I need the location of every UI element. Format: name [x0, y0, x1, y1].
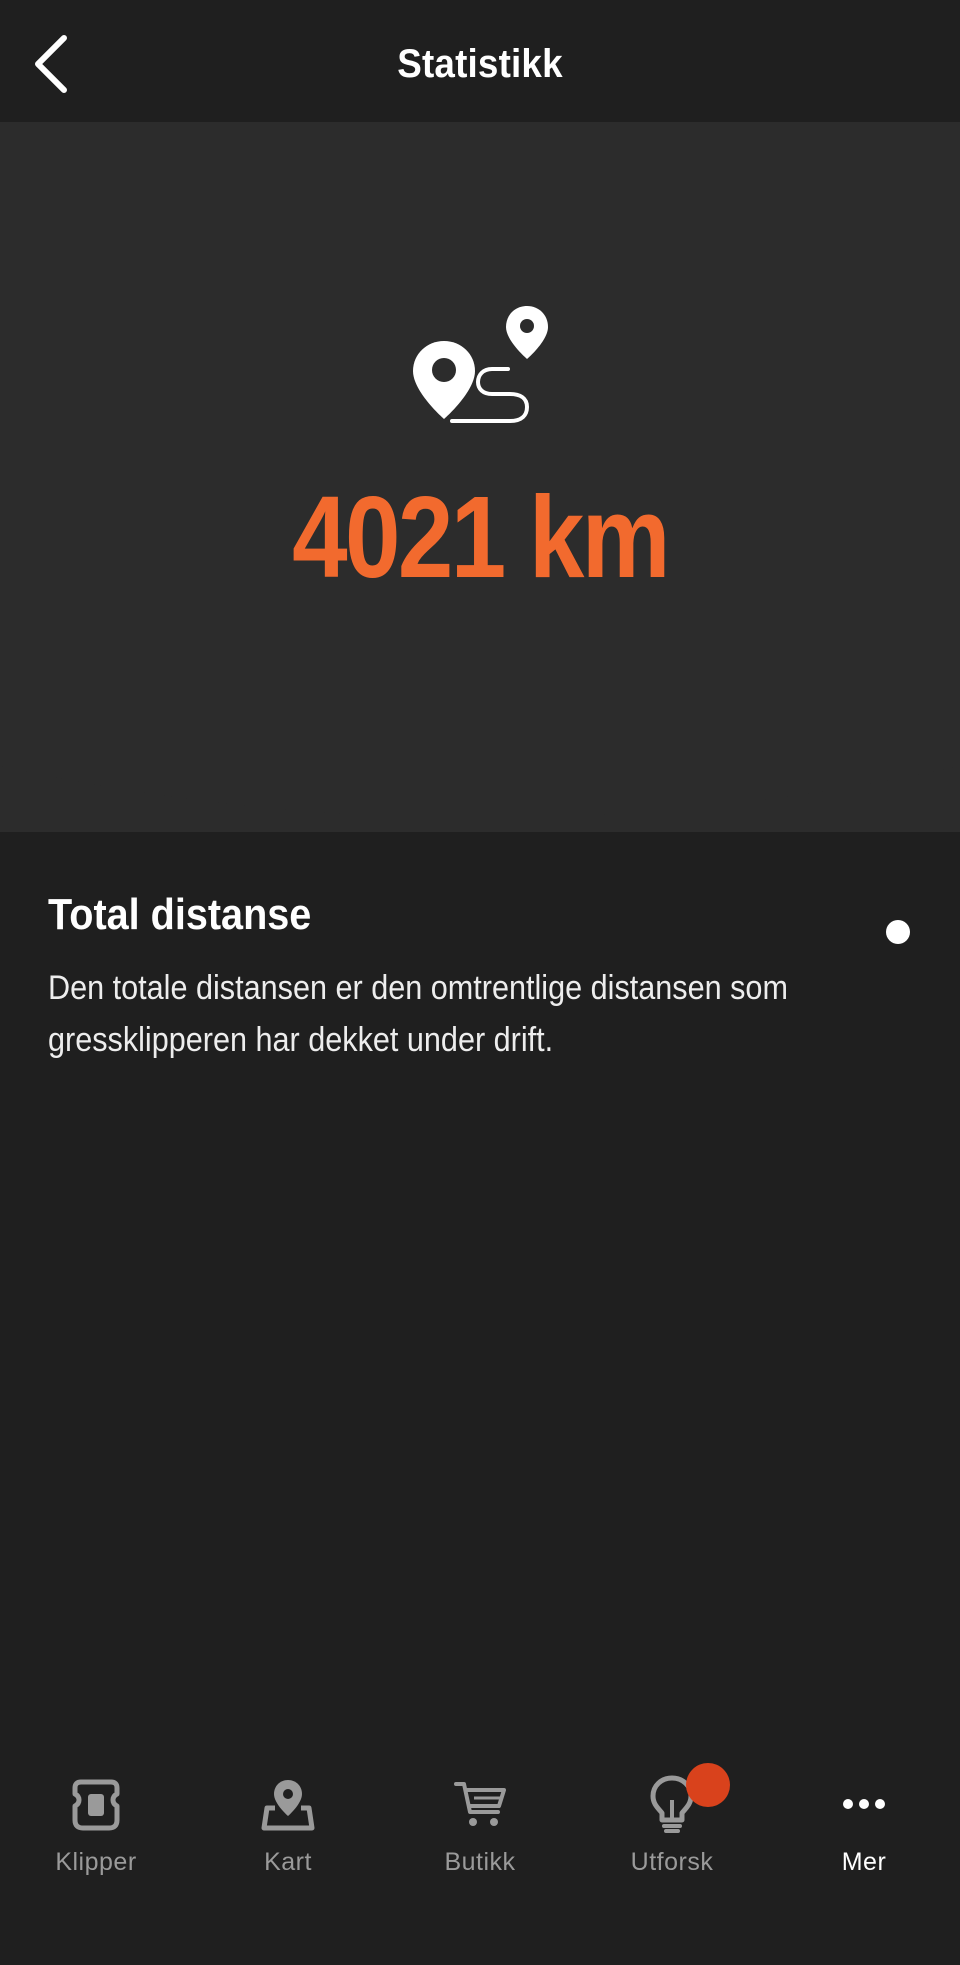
- nav-label: Kart: [264, 1848, 312, 1876]
- section-title: Total distanse: [48, 890, 312, 939]
- nav-item-butikk[interactable]: Butikk: [384, 1736, 576, 1886]
- nav-item-utforsk[interactable]: Utforsk: [576, 1736, 768, 1886]
- route-icon: [413, 306, 548, 423]
- nav-label: Utforsk: [630, 1848, 714, 1876]
- more-icon: [832, 1772, 896, 1836]
- app-screen: Statistikk 4021 km Total distanse Den to…: [0, 0, 960, 1965]
- mower-icon: [64, 1772, 128, 1836]
- top-bar: Statistikk: [0, 0, 960, 122]
- section-description: Den totale distansen er den omtrentlige …: [48, 969, 788, 1059]
- hero-curve: [0, 760, 960, 818]
- notification-badge: [686, 1763, 730, 1807]
- map-pin-icon: [256, 1772, 320, 1836]
- total-distance-value: 4021 km: [292, 472, 670, 602]
- cart-icon: [448, 1772, 512, 1836]
- nav-label: Klipper: [55, 1848, 137, 1876]
- page-title: Statistikk: [397, 42, 563, 86]
- nav-item-mer[interactable]: Mer: [768, 1736, 960, 1886]
- nav-label: Butikk: [444, 1848, 516, 1876]
- nav-item-klipper[interactable]: Klipper: [0, 1736, 192, 1886]
- nav-label: Mer: [841, 1848, 887, 1876]
- bottom-navigation: Klipper Kart Butikk Utforsk Mer: [0, 1736, 960, 1965]
- info-dot-button[interactable]: [886, 920, 910, 944]
- nav-item-kart[interactable]: Kart: [192, 1736, 384, 1886]
